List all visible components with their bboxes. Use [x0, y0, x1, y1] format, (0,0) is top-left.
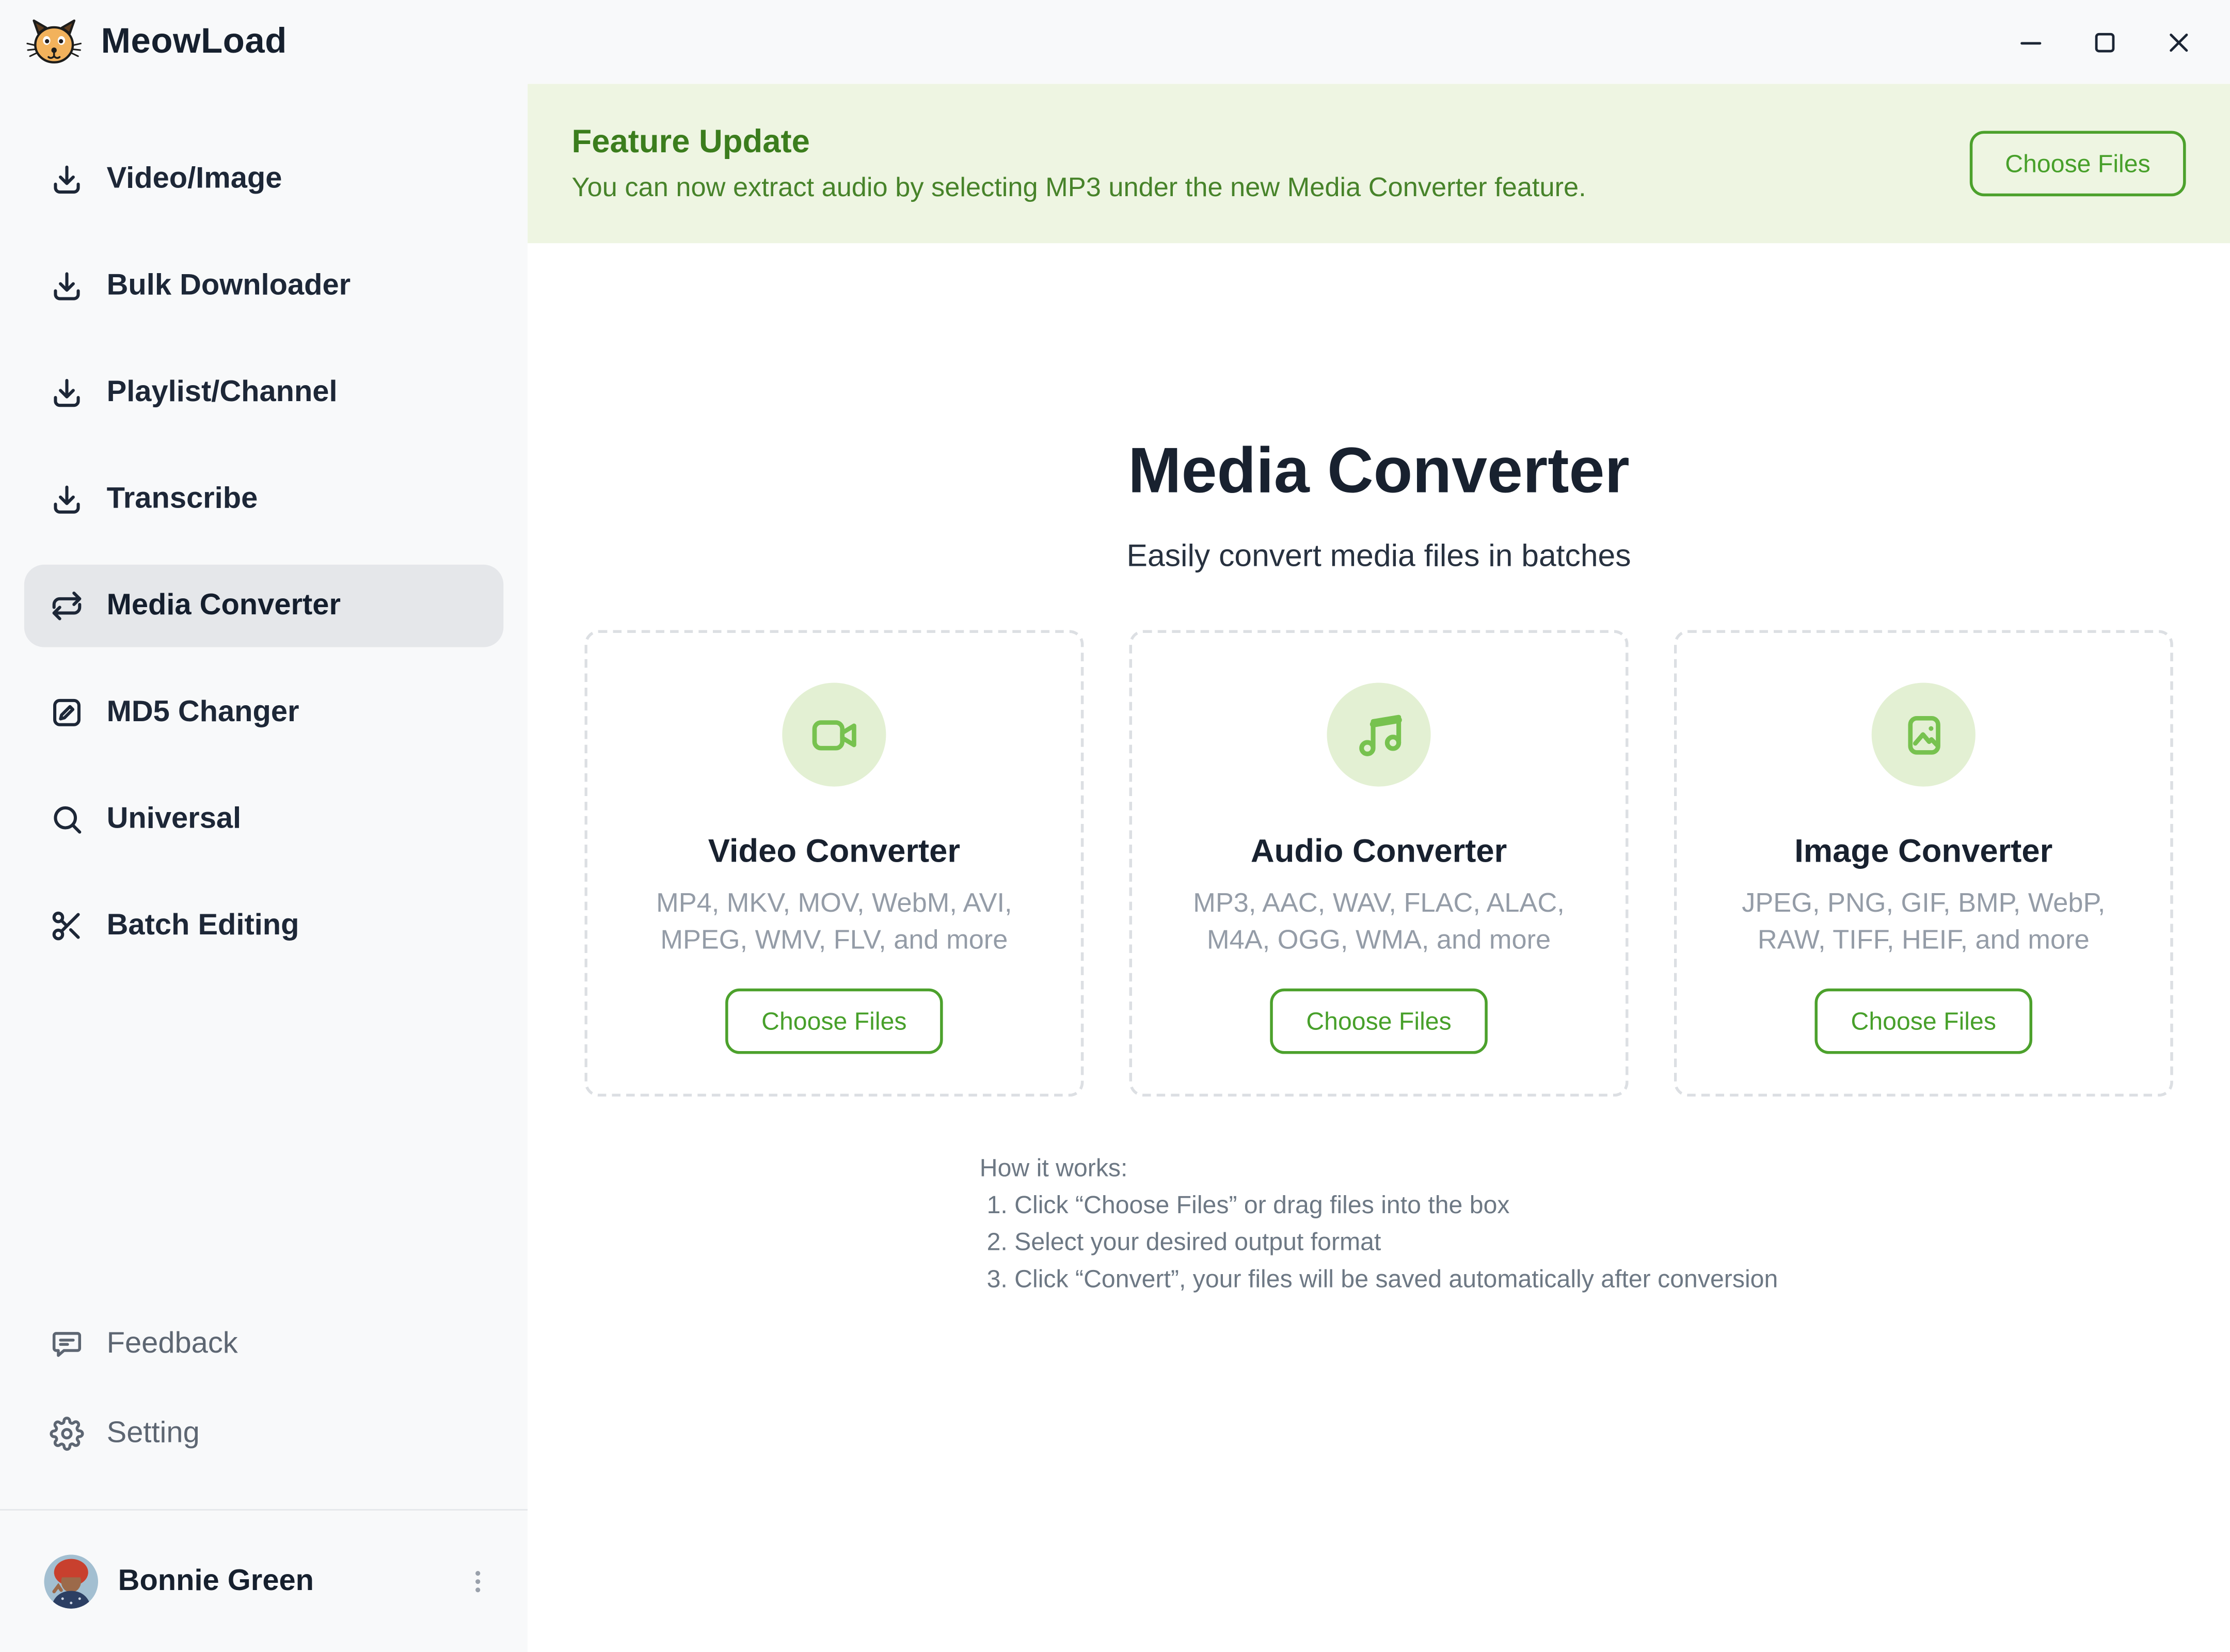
- user-name: Bonnie Green: [118, 1564, 463, 1598]
- cat-logo-icon: [26, 13, 83, 70]
- repeat-icon: [50, 589, 84, 623]
- video-choose-files-button[interactable]: Choose Files: [726, 989, 942, 1054]
- maximize-button[interactable]: [2088, 25, 2122, 59]
- search-icon: [50, 802, 84, 836]
- sidebar-item-bulk-downloader[interactable]: Bulk Downloader: [24, 245, 503, 327]
- feature-update-banner: Feature Update You can now extract audio…: [528, 84, 2230, 244]
- sidebar-nav: Video/Image Bulk Downloader Playlist/Cha…: [0, 138, 528, 991]
- how-it-works-step: 1. Click “Choose Files” or drag files in…: [987, 1186, 1778, 1224]
- card-formats: MP4, MKV, MOV, WebM, AVI, MPEG, WMV, FLV…: [619, 886, 1049, 960]
- sidebar-item-setting[interactable]: Setting: [24, 1393, 503, 1473]
- user-menu-button[interactable]: [462, 1560, 493, 1602]
- download-icon: [50, 269, 84, 303]
- sidebar-item-video-image[interactable]: Video/Image: [24, 138, 503, 220]
- converter-page: Media Converter Easily convert media fil…: [528, 243, 2230, 1652]
- image-converter-card[interactable]: Image Converter JPEG, PNG, GIF, BMP, Web…: [1674, 630, 2173, 1097]
- download-icon: [50, 375, 84, 409]
- icon-circle: [1872, 682, 1976, 786]
- main-content: Feature Update You can now extract audio…: [528, 84, 2230, 1652]
- close-button[interactable]: [2162, 25, 2196, 59]
- card-title: Image Converter: [1794, 832, 2052, 870]
- music-note-icon: [1353, 709, 1404, 760]
- sidebar-item-label: Universal: [107, 802, 242, 836]
- minimize-button[interactable]: [2014, 25, 2048, 59]
- banner-choose-files-button[interactable]: Choose Files: [1969, 131, 2186, 196]
- banner-title: Feature Update: [572, 122, 1586, 161]
- sidebar-item-feedback[interactable]: Feedback: [24, 1304, 503, 1383]
- card-formats: JPEG, PNG, GIF, BMP, WebP, RAW, TIFF, HE…: [1709, 886, 2138, 960]
- sidebar-item-universal[interactable]: Universal: [24, 778, 503, 861]
- sidebar-item-label: Video/Image: [107, 162, 282, 196]
- sidebar-item-label: Feedback: [107, 1326, 238, 1360]
- chat-bubble-icon: [50, 1326, 84, 1360]
- sidebar-item-label: Bulk Downloader: [107, 269, 351, 303]
- scissors-icon: [50, 909, 84, 943]
- sidebar-footer-nav: Feedback Setting: [0, 1304, 528, 1483]
- app-window: MeowLoad Video/Image: [0, 0, 2230, 1652]
- brand: MeowLoad: [26, 13, 287, 70]
- card-formats: MP3, AAC, WAV, FLAC, ALAC, M4A, OGG, WMA…: [1164, 886, 1594, 960]
- banner-text: Feature Update You can now extract audio…: [572, 122, 1586, 205]
- sidebar-item-label: Playlist/Channel: [107, 375, 338, 409]
- sidebar-item-media-converter[interactable]: Media Converter: [24, 565, 503, 647]
- sidebar-item-transcribe[interactable]: Transcribe: [24, 458, 503, 541]
- video-camera-icon: [808, 709, 859, 760]
- how-it-works-heading: How it works:: [980, 1149, 1778, 1186]
- sidebar-item-label: Transcribe: [107, 482, 258, 516]
- sidebar-item-md5-changer[interactable]: MD5 Changer: [24, 671, 503, 754]
- card-title: Video Converter: [708, 832, 960, 870]
- app-title: MeowLoad: [101, 21, 287, 62]
- titlebar: MeowLoad: [0, 0, 2230, 84]
- banner-message: You can now extract audio by selecting M…: [572, 173, 1586, 205]
- audio-choose-files-button[interactable]: Choose Files: [1270, 989, 1487, 1054]
- download-icon: [50, 162, 84, 196]
- how-it-works: How it works: 1. Click “Choose Files” or…: [980, 1149, 1778, 1297]
- sidebar-item-playlist-channel[interactable]: Playlist/Channel: [24, 352, 503, 434]
- avatar: [44, 1554, 98, 1608]
- converter-cards: Video Converter MP4, MKV, MOV, WebM, AVI…: [528, 630, 2230, 1097]
- gear-icon: [50, 1416, 84, 1450]
- sidebar: Video/Image Bulk Downloader Playlist/Cha…: [0, 84, 528, 1652]
- sidebar-item-label: Batch Editing: [107, 909, 299, 943]
- how-it-works-step: 3. Click “Convert”, your files will be s…: [987, 1260, 1778, 1297]
- sidebar-item-label: MD5 Changer: [107, 695, 299, 729]
- audio-converter-card[interactable]: Audio Converter MP3, AAC, WAV, FLAC, ALA…: [1129, 630, 1629, 1097]
- sidebar-item-batch-editing[interactable]: Batch Editing: [24, 885, 503, 967]
- sidebar-item-label: Media Converter: [107, 589, 341, 623]
- icon-circle: [1327, 682, 1431, 786]
- page-subtitle: Easily convert media files in batches: [528, 536, 2230, 576]
- icon-circle: [782, 682, 886, 786]
- window-controls: [2014, 25, 2196, 59]
- image-icon: [1898, 709, 1949, 760]
- video-converter-card[interactable]: Video Converter MP4, MKV, MOV, WebM, AVI…: [584, 630, 1084, 1097]
- card-title: Audio Converter: [1251, 832, 1507, 870]
- edit-square-icon: [50, 695, 84, 729]
- sidebar-item-label: Setting: [107, 1416, 200, 1450]
- download-icon: [50, 482, 84, 516]
- user-row[interactable]: Bonnie Green: [0, 1510, 528, 1652]
- how-it-works-step: 2. Select your desired output format: [987, 1223, 1778, 1260]
- page-title: Media Converter: [528, 433, 2230, 508]
- sidebar-spacer: [0, 991, 528, 1304]
- image-choose-files-button[interactable]: Choose Files: [1815, 989, 2032, 1054]
